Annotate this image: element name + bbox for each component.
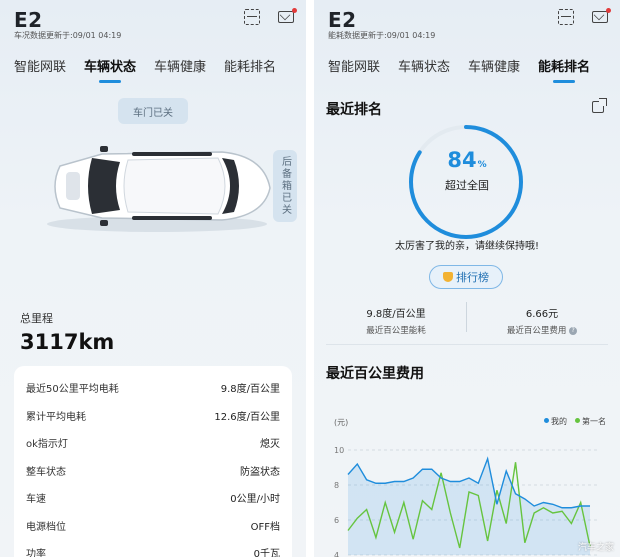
top-actions: [244, 8, 297, 25]
energy-ranking-screen: E2 能耗数据更新于:09/01 04:19 智能网联 车辆状态 车辆健康 能耗…: [314, 0, 620, 557]
stat-row: 累计平均电耗 12.6度/百公里: [26, 402, 280, 430]
share-icon[interactable]: [592, 98, 607, 113]
stat-value: 12.6度/百公里: [214, 411, 280, 423]
tab-bar: 智能网联 车辆状态 车辆健康 能耗排名: [328, 56, 606, 81]
update-time: 车况数据更新于:09/01 04:19: [14, 31, 122, 40]
tab-bar: 智能网联 车辆状态 车辆健康 能耗排名: [14, 56, 292, 81]
tab-smart-connect[interactable]: 智能网联: [328, 56, 380, 81]
scan-icon[interactable]: [244, 9, 260, 25]
info-icon[interactable]: ?: [569, 327, 578, 335]
metric-label: 最近百公里能耗: [366, 326, 426, 336]
tab-vehicle-status[interactable]: 车辆状态: [84, 56, 136, 81]
odometer-value: 3117km: [20, 330, 115, 354]
stat-row: 最近50公里平均电耗 9.8度/百公里: [26, 374, 280, 402]
update-time: 能耗数据更新于:09/01 04:19: [328, 31, 436, 40]
energy-metric: 9.8度/百公里 最近百公里能耗: [326, 305, 466, 336]
stat-label: 整车状态: [26, 466, 66, 478]
door-status-badge: 车门已关: [118, 98, 188, 124]
metric-label: 最近百公里费用: [506, 326, 567, 336]
stat-label: 电源档位: [26, 521, 66, 533]
stat-row: 功率 0千瓦: [26, 539, 280, 557]
vehicle-stats-card: 最近50公里平均电耗 9.8度/百公里 累计平均电耗 12.6度/百公里 ok指示灯…: [14, 366, 292, 557]
stat-value: 熄灭: [260, 439, 280, 451]
tab-vehicle-status[interactable]: 车辆状态: [398, 56, 450, 81]
stat-row: 整车状态 防盗状态: [26, 457, 280, 485]
cost-line-chart: (元) 4 6 8 10: [334, 418, 600, 557]
y-tick-label: 10: [334, 446, 344, 455]
stat-row: 电源档位 OFF档: [26, 512, 280, 540]
metric-value: 9.8度/百公里: [366, 309, 426, 320]
beyond-label: 超过全国: [445, 179, 489, 192]
cost-section-title: 最近百公里费用: [326, 366, 424, 382]
stat-value: OFF档: [250, 521, 280, 533]
y-axis-label: (元): [334, 418, 348, 427]
stat-label: 车速: [26, 494, 46, 506]
stat-label: ok指示灯: [26, 439, 68, 451]
metric-value: 6.66元: [525, 309, 559, 320]
watermark: 汽车之家: [577, 543, 614, 553]
car-model-title: E2: [14, 8, 43, 32]
stat-label: 累计平均电耗: [26, 411, 86, 423]
mail-icon[interactable]: [592, 8, 611, 23]
stat-value: 0公里/小时: [230, 494, 280, 506]
scan-icon[interactable]: [558, 9, 574, 25]
tab-energy-ranking[interactable]: 能耗排名: [538, 56, 590, 81]
trunk-status-badge: 后备箱已关: [273, 150, 297, 222]
tab-energy-ranking[interactable]: 能耗排名: [224, 56, 276, 81]
tab-vehicle-health[interactable]: 车辆健康: [154, 56, 206, 81]
tab-vehicle-health[interactable]: 车辆健康: [468, 56, 520, 81]
metric-label-row: 最近百公里费用 ?: [472, 324, 612, 336]
praise-message: 太厉害了我的亲，请继续保持哦!: [394, 241, 539, 252]
top-actions: [558, 8, 611, 25]
ranking-percent: 84%: [314, 148, 620, 172]
stat-label: 最近50公里平均电耗: [26, 384, 119, 396]
leaderboard-button-label: 排行榜: [456, 271, 489, 284]
tab-smart-connect[interactable]: 智能网联: [14, 56, 66, 81]
percent-unit: %: [477, 160, 487, 170]
ranking-section-title: 最近排名: [326, 102, 382, 118]
y-tick-label: 8: [334, 481, 339, 490]
stat-value: 防盗状态: [240, 466, 280, 478]
stat-value: 0千瓦: [253, 549, 280, 557]
percent-value: 84: [447, 148, 477, 172]
stat-row: 车速 0公里/小时: [26, 484, 280, 512]
trophy-icon: [443, 272, 453, 282]
section-divider: [326, 344, 608, 345]
leaderboard-button[interactable]: 排行榜: [429, 265, 503, 289]
vehicle-status-screen: E2 车况数据更新于:09/01 04:19 智能网联 车辆状态 车辆健康 能耗…: [0, 0, 306, 557]
car-top-view-image: [47, 146, 271, 232]
notification-dot: [292, 8, 297, 13]
y-tick-label: 6: [334, 516, 339, 525]
stat-row: ok指示灯 熄灭: [26, 429, 280, 457]
notification-dot: [606, 8, 611, 13]
stat-label: 功率: [26, 549, 46, 557]
cost-metric: 6.66元 最近百公里费用 ?: [472, 305, 612, 336]
odometer-label: 总里程: [20, 312, 53, 325]
car-model-title: E2: [328, 8, 357, 32]
stat-value: 9.8度/百公里: [220, 384, 280, 396]
mail-icon[interactable]: [278, 8, 297, 23]
metric-divider: [466, 302, 467, 332]
y-tick-label: 4: [334, 551, 339, 557]
